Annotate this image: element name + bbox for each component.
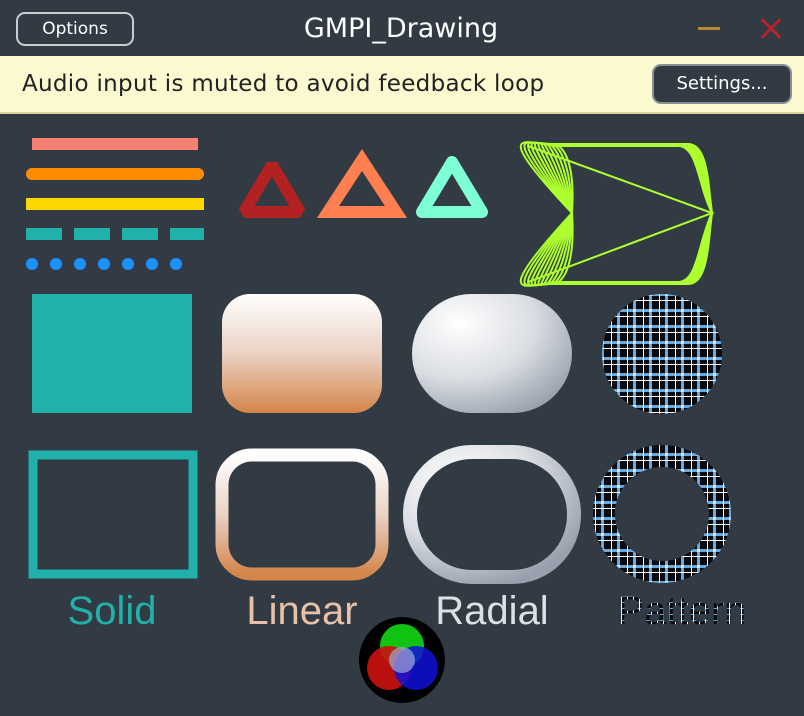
label-linear: Linear bbox=[246, 589, 357, 633]
linear-fill-rounded-rect bbox=[222, 294, 382, 413]
bezier-curves bbox=[519, 141, 715, 287]
salmon-line bbox=[32, 138, 198, 150]
triangle-samples bbox=[238, 149, 488, 218]
line-samples bbox=[26, 138, 204, 270]
bezier-curve bbox=[549, 212, 713, 286]
close-icon[interactable] bbox=[756, 14, 786, 44]
coral-triangle bbox=[316, 149, 408, 218]
blue-dotted-line bbox=[26, 258, 182, 270]
drawing-canvas: Solid Linear Radial Pattern bbox=[26, 138, 747, 703]
firebrick-triangle bbox=[238, 161, 306, 218]
notification-banner: Audio input is muted to avoid feedback l… bbox=[0, 56, 804, 114]
options-button[interactable]: Options bbox=[16, 12, 134, 46]
bezier-curve bbox=[549, 142, 713, 214]
solid-outline-rect bbox=[28, 450, 198, 579]
banner-message: Audio input is muted to avoid feedback l… bbox=[22, 71, 545, 97]
bezier-curve bbox=[551, 212, 713, 285]
gold-line bbox=[26, 198, 204, 210]
label-solid: Solid bbox=[68, 589, 157, 633]
pattern-fill-circle bbox=[602, 294, 722, 414]
teal-dashed-line bbox=[26, 228, 204, 240]
radial-fill-pill bbox=[412, 294, 572, 413]
rgb-blend-circles bbox=[359, 617, 445, 703]
linear-outline-rounded-rect bbox=[215, 448, 389, 581]
bezier-curve bbox=[551, 143, 713, 214]
label-radial: Radial bbox=[435, 589, 548, 633]
pattern-outline-ring bbox=[593, 445, 731, 583]
aquamarine-triangle bbox=[416, 156, 488, 218]
radial-outline-pill bbox=[403, 445, 581, 584]
settings-button[interactable]: Settings... bbox=[652, 64, 792, 104]
window-title: GMPI_Drawing bbox=[303, 13, 499, 44]
label-pattern: Pattern bbox=[618, 589, 747, 633]
minimize-icon[interactable] bbox=[694, 14, 724, 44]
title-bar: Options GMPI_Drawing bbox=[0, 0, 804, 56]
solid-fill-rect bbox=[32, 294, 192, 413]
